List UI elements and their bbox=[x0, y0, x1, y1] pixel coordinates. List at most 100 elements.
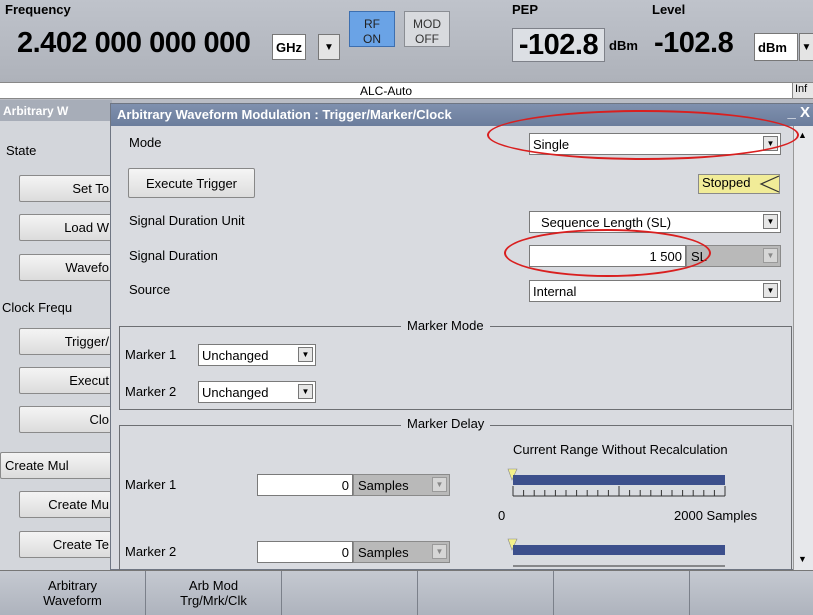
range-max-label: 2000 Samples bbox=[674, 508, 758, 523]
info-button[interactable]: Inf bbox=[792, 83, 813, 98]
range-min-label: 0 bbox=[498, 508, 506, 523]
rf-toggle-button[interactable]: RF ON bbox=[349, 11, 395, 47]
range-title: Current Range Without Recalculation bbox=[513, 442, 728, 457]
frequency-label: Frequency bbox=[5, 2, 71, 17]
annotation-ellipse-duration bbox=[504, 229, 711, 277]
range-bar-fill bbox=[513, 475, 725, 485]
frequency-unit-dropdown-icon[interactable]: ▼ bbox=[318, 34, 340, 60]
load-waveform-button[interactable]: Load W bbox=[19, 214, 112, 241]
chevron-down-icon[interactable]: ▼ bbox=[763, 248, 778, 263]
execute-trigger-button[interactable]: Execute Trigger bbox=[128, 168, 255, 198]
trigger-marker-clock-dialog: Arbitrary Waveform Modulation : Trigger/… bbox=[110, 103, 813, 575]
chevron-down-icon[interactable]: ▼ bbox=[763, 283, 778, 298]
level-value: -102.8 bbox=[654, 27, 734, 59]
scroll-up-icon[interactable]: ▲ bbox=[798, 130, 807, 140]
softkey-6[interactable] bbox=[690, 571, 813, 615]
marker1-delay-value: 0 bbox=[341, 477, 349, 493]
marker2-delay-unit: Samples bbox=[358, 544, 409, 560]
softkey-5[interactable] bbox=[554, 571, 690, 615]
marker2-delay-label: Marker 2 bbox=[125, 544, 177, 559]
marker-delay-title: Marker Delay bbox=[401, 416, 491, 431]
waveform-button[interactable]: Wavefo bbox=[19, 254, 112, 281]
close-icon[interactable]: _ X bbox=[787, 104, 810, 121]
source-value: Internal bbox=[533, 283, 577, 299]
mod-label: MOD bbox=[413, 17, 441, 31]
marker2-range-bar bbox=[507, 538, 725, 567]
create-multi-segment-button[interactable]: Create Mul bbox=[0, 452, 112, 479]
create-multi-carrier-button[interactable]: Create Mu bbox=[19, 491, 112, 518]
alc-status: ALC-Auto bbox=[360, 84, 413, 98]
marker2-delay-value: 0 bbox=[341, 544, 349, 560]
pep-value: -102.8 bbox=[518, 28, 599, 61]
frequency-unit: GHz bbox=[276, 39, 302, 55]
frequency-unit-select[interactable]: GHz bbox=[272, 34, 306, 60]
pep-unit: dBm bbox=[609, 38, 638, 53]
level-display[interactable]: -102.8 bbox=[654, 27, 754, 63]
softkey-line1: Arb Mod bbox=[188, 578, 239, 593]
marker1-delay-input[interactable]: 0 bbox=[257, 474, 353, 496]
level-label: Level bbox=[652, 2, 686, 17]
level-unit-select[interactable]: dBm bbox=[754, 33, 798, 61]
signal-duration-label: Signal Duration bbox=[129, 248, 218, 263]
level-unit: dBm bbox=[758, 39, 787, 55]
marker1-delay-label: Marker 1 bbox=[125, 477, 177, 492]
marker2-mode-value: Unchanged bbox=[202, 384, 269, 400]
panel-title: Arbitrary W bbox=[0, 100, 112, 121]
scroll-down-icon[interactable]: ▼ bbox=[798, 554, 807, 564]
status-bar: ALC-Auto Inf bbox=[0, 82, 813, 99]
marker1-range-bar bbox=[507, 468, 726, 497]
pep-label: PEP bbox=[512, 2, 539, 17]
frequency-display[interactable]: 2.402 000 000 000 bbox=[17, 20, 271, 66]
marker1-mode-select[interactable]: Unchanged ▼ bbox=[198, 344, 316, 366]
signal-duration-unit-label: Signal Duration Unit bbox=[129, 213, 245, 228]
marker1-mode-value: Unchanged bbox=[202, 347, 269, 363]
set-to-default-button[interactable]: Set To bbox=[19, 175, 112, 202]
marker2-delay-input[interactable]: 0 bbox=[257, 541, 353, 563]
marker2-mode-select[interactable]: Unchanged ▼ bbox=[198, 381, 316, 403]
mod-state: OFF bbox=[415, 32, 439, 46]
trigger-status: Stopped bbox=[702, 175, 751, 190]
pep-display: -102.8 bbox=[512, 28, 605, 62]
softkey-arb-mod-trg[interactable]: Arb Mod Trg/Mrk/Clk bbox=[146, 571, 282, 615]
annotation-ellipse-mode bbox=[487, 110, 799, 160]
trigger-marker-button[interactable]: Trigger/ bbox=[19, 328, 112, 355]
chevron-down-icon[interactable]: ▼ bbox=[763, 214, 778, 229]
vertical-scrollbar[interactable]: ▲ ▼ bbox=[793, 126, 813, 570]
signal-duration-unit-select[interactable]: Sequence Length (SL) ▼ bbox=[529, 211, 781, 233]
marker1-delay-unit-dropdown[interactable]: Samples ▼ bbox=[353, 474, 450, 496]
clock-frequency-label: Clock Frequ bbox=[2, 300, 73, 315]
mode-label: Mode bbox=[129, 135, 162, 150]
level-unit-dropdown-icon[interactable]: ▼ bbox=[799, 33, 813, 61]
rf-state: ON bbox=[363, 32, 381, 46]
chevron-down-icon[interactable]: ▼ bbox=[298, 347, 313, 362]
softkey-line2: Trg/Mrk/Clk bbox=[180, 593, 247, 608]
signal-duration-unit-value: Sequence Length (SL) bbox=[541, 214, 672, 230]
execute-button[interactable]: Execut bbox=[19, 367, 112, 394]
marker1-delay-unit: Samples bbox=[358, 477, 409, 493]
marker1-mode-label: Marker 1 bbox=[125, 347, 177, 362]
softkey-3[interactable] bbox=[282, 571, 418, 615]
softkey-4[interactable] bbox=[418, 571, 554, 615]
source-label: Source bbox=[129, 282, 171, 297]
softkey-arbitrary-waveform[interactable]: Arbitrary Waveform bbox=[0, 571, 146, 615]
rf-label: RF bbox=[364, 17, 380, 31]
softkey-bar: Arbitrary Waveform Arb Mod Trg/Mrk/Clk bbox=[0, 570, 813, 615]
arbitrary-waveform-panel: Arbitrary W State Set To Load W Wavefo C… bbox=[0, 100, 112, 570]
create-test-signal-button[interactable]: Create Te bbox=[19, 531, 112, 558]
chevron-down-icon[interactable]: ▼ bbox=[432, 544, 447, 559]
dialog-title: Arbitrary Waveform Modulation : Trigger/… bbox=[117, 107, 452, 122]
marker2-delay-unit-dropdown[interactable]: Samples ▼ bbox=[353, 541, 450, 563]
chevron-down-icon[interactable]: ▼ bbox=[432, 477, 447, 492]
range-bar-fill bbox=[513, 545, 725, 555]
frequency-value: 2.402 000 000 000 bbox=[17, 26, 251, 59]
clock-button[interactable]: Clo bbox=[19, 406, 112, 433]
trigger-state-icon bbox=[759, 175, 780, 193]
softkey-line1: Arbitrary bbox=[47, 578, 98, 593]
chevron-down-icon[interactable]: ▼ bbox=[298, 384, 313, 399]
marker-mode-title: Marker Mode bbox=[401, 318, 490, 333]
info-label: Inf bbox=[795, 83, 808, 95]
state-label: State bbox=[6, 143, 37, 158]
marker2-mode-label: Marker 2 bbox=[125, 384, 177, 399]
source-select[interactable]: Internal ▼ bbox=[529, 280, 781, 302]
mod-toggle-button[interactable]: MOD OFF bbox=[404, 11, 450, 47]
